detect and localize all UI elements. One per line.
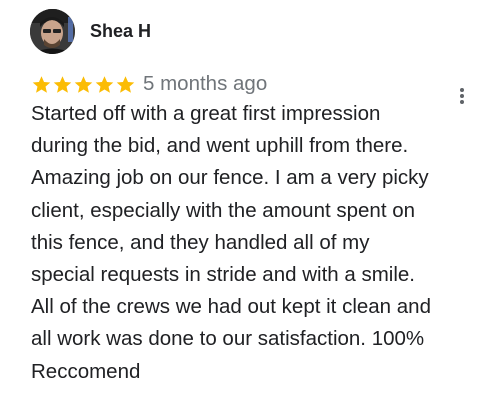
- star-icon: [32, 75, 51, 93]
- star-icon: [53, 75, 72, 93]
- star-icon: [116, 75, 135, 93]
- profile-photo: [30, 9, 75, 54]
- star-rating: [31, 74, 136, 95]
- reviewer-name[interactable]: Shea H: [90, 20, 151, 42]
- avatar[interactable]: [30, 9, 75, 54]
- review-meta: 5 months ago: [31, 70, 267, 98]
- star-icon: [95, 75, 114, 93]
- review-time: 5 months ago: [143, 72, 268, 95]
- star-icon: [74, 75, 93, 93]
- review-text: Started off with a great first impressio…: [31, 102, 431, 383]
- review-card: Shea H 5 months ago Started off with a g…: [0, 0, 504, 401]
